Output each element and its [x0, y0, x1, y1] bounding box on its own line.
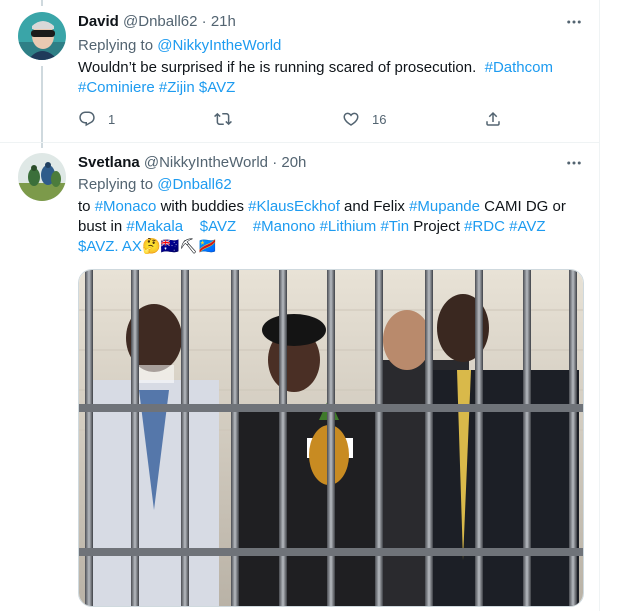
like-icon	[343, 112, 359, 126]
reply-count: 1	[108, 111, 116, 127]
hashtag-link[interactable]: #RDC	[464, 218, 505, 235]
tweet-text: to #Monaco with buddies #KlausEckhof and…	[78, 197, 583, 257]
tweet-text-segment: Wouldn’t be surprised if he is running s…	[78, 59, 485, 76]
hashtag-link[interactable]: . AX	[114, 238, 142, 255]
replying-prefix: Replying to	[78, 37, 158, 54]
replying-prefix: Replying to	[78, 176, 158, 193]
avatar-david-image	[18, 12, 66, 60]
replying-to: Replying to @Dnball62	[78, 175, 232, 195]
share-icon	[486, 111, 500, 126]
avatar[interactable]	[18, 12, 66, 60]
tweet-text-segment: and Felix	[339, 198, 410, 215]
like-button[interactable]: 16	[342, 110, 386, 128]
timeline-border	[599, 0, 600, 611]
hashtag-link[interactable]: $AVZ	[78, 238, 114, 255]
tweet-text-segment	[236, 218, 253, 235]
avatar-svetlana-image	[18, 153, 66, 201]
tweet-text-segment	[183, 218, 200, 235]
thread-line	[41, 66, 43, 148]
separator-dot: ·	[201, 13, 207, 30]
handle[interactable]: @NikkyIntheWorld	[144, 154, 268, 171]
tweet-text-segment: to	[78, 198, 95, 215]
retweet-icon	[214, 112, 232, 126]
tweet-header: Svetlana @NikkyIntheWorld · 20h	[78, 153, 306, 173]
hashtag-link[interactable]: #Tin	[380, 218, 409, 235]
hashtag-link[interactable]: #Makala	[126, 218, 183, 235]
tweet-media-photo[interactable]	[78, 269, 584, 607]
display-name[interactable]: Svetlana	[78, 154, 140, 171]
avatar[interactable]	[18, 153, 66, 201]
tweet-david[interactable]: David @Dnball62 · 21h Replying to @Nikky…	[0, 0, 599, 148]
tweet-text-segment: Project	[409, 218, 465, 235]
tweet-text-segment	[546, 218, 550, 235]
reply-icon	[79, 111, 95, 127]
hashtag-link[interactable]: $AVZ	[200, 218, 236, 235]
replying-to-link[interactable]: @NikkyIntheWorld	[157, 37, 281, 54]
hashtag-link[interactable]: #AVZ	[509, 218, 545, 235]
timestamp[interactable]: 20h	[281, 154, 306, 171]
share-button[interactable]	[484, 110, 502, 128]
hashtag-link[interactable]: $AVZ	[199, 79, 235, 96]
reply-button[interactable]: 1	[78, 110, 115, 128]
like-count: 16	[372, 111, 387, 127]
retweet-button[interactable]	[214, 110, 244, 128]
jail-photo-icon	[79, 270, 583, 606]
display-name[interactable]: David	[78, 13, 119, 30]
tweet-text-segment	[553, 59, 557, 76]
replying-to-link[interactable]: @Dnball62	[157, 176, 231, 193]
hashtag-link[interactable]: #Manono	[253, 218, 316, 235]
handle[interactable]: @Dnball62	[123, 13, 197, 30]
more-icon[interactable]	[562, 12, 586, 32]
tweet-text-segment: 🤔🇦🇺⛏🇨🇩	[141, 238, 218, 255]
separator-dot: ·	[272, 154, 278, 171]
hashtag-link[interactable]: #Zijin	[159, 79, 195, 96]
thread-line-top	[41, 0, 43, 6]
hashtag-link[interactable]: #Cominiere	[78, 79, 155, 96]
hashtag-link[interactable]: #KlausEckhof	[248, 198, 340, 215]
hashtag-link[interactable]: #Lithium	[320, 218, 377, 235]
hashtag-link[interactable]: #Mupande	[409, 198, 480, 215]
hashtag-link[interactable]: #Monaco	[95, 198, 157, 215]
tweet-text: Wouldn’t be surprised if he is running s…	[78, 58, 583, 98]
more-icon[interactable]	[562, 153, 586, 173]
replying-to: Replying to @NikkyIntheWorld	[78, 36, 281, 56]
tweet-text-segment: with buddies	[156, 198, 249, 215]
hashtag-link[interactable]: #Dathcom	[485, 59, 553, 76]
action-bar: 1 16	[78, 110, 508, 130]
tweet-header: David @Dnball62 · 21h	[78, 12, 236, 32]
timestamp[interactable]: 21h	[211, 13, 236, 30]
tweet-separator	[0, 142, 599, 143]
